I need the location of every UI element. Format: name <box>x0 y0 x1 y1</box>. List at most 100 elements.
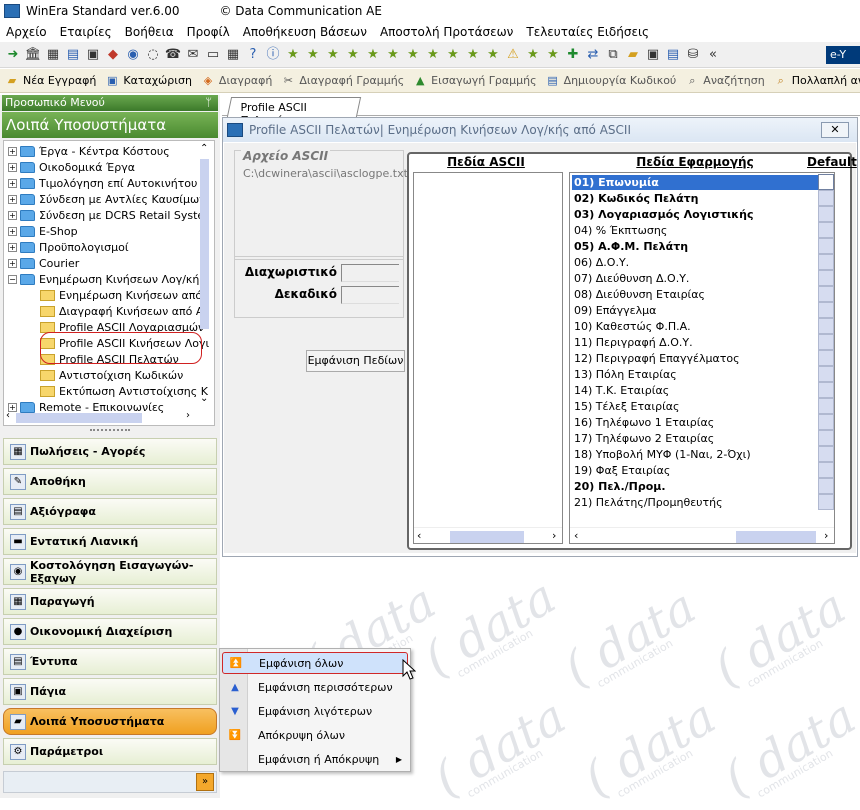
delete-button[interactable]: ◈ Διαγραφή <box>200 74 273 88</box>
favorite-2-icon[interactable]: ★ <box>304 46 322 64</box>
expand-icon[interactable]: + <box>8 242 17 252</box>
create-code-button[interactable]: ▤ Δημιουργία Κωδικού <box>545 74 676 88</box>
tree-leaf[interactable]: Εκτύπωση Αντιστοίχισης Κ <box>40 383 208 399</box>
ascii-hscrollbar[interactable]: ‹ › <box>414 527 562 543</box>
pin-icon[interactable]: ᛘ <box>205 95 212 111</box>
default-checkbox[interactable] <box>818 334 834 350</box>
menu-item-show-less[interactable]: ▼ Εμφάνιση λιγότερων <box>222 700 408 722</box>
nav-sales-purchases[interactable]: ▦ Πωλήσεις - Αγορές <box>3 438 217 465</box>
copy-icon[interactable]: ⧉ <box>604 46 622 64</box>
favorite-9-icon[interactable]: ★ <box>444 46 462 64</box>
book-icon[interactable]: ◆ <box>104 46 122 64</box>
favorite-8-icon[interactable]: ★ <box>424 46 442 64</box>
nav-retail[interactable]: ▬ Εντατική Λιανική <box>3 528 217 555</box>
default-checkbox[interactable] <box>818 286 834 302</box>
field-row[interactable]: 02) Κωδικός Πελάτη <box>572 191 818 206</box>
scroll-right-icon[interactable]: › <box>186 410 190 421</box>
decimal-input[interactable] <box>341 286 399 304</box>
default-checkbox[interactable] <box>818 318 834 334</box>
tree-node[interactable]: + Courier <box>8 255 79 271</box>
expand-icon[interactable]: + <box>8 178 17 188</box>
favorite-1-icon[interactable]: ★ <box>284 46 302 64</box>
language-badge[interactable]: e-Y <box>826 45 860 64</box>
nav-forms[interactable]: ▤ Έντυπα <box>3 648 217 675</box>
nav-settings[interactable]: ⚙ Παράμετροι <box>3 738 217 765</box>
expand-icon[interactable]: + <box>8 146 17 156</box>
tree-hscroll-thumb[interactable] <box>16 413 142 423</box>
favorite-10-icon[interactable]: ★ <box>464 46 482 64</box>
scroll-thumb[interactable] <box>736 531 816 543</box>
ascii-file-path[interactable]: C:\dcwinera\ascii\asclogpe.txt <box>243 167 408 180</box>
field-row[interactable]: 14) Τ.Κ. Εταιρίας <box>572 383 818 398</box>
splitter-handle[interactable] <box>90 429 130 433</box>
grid-icon[interactable]: ▦ <box>44 46 62 64</box>
field-row[interactable]: 16) Τηλέφωνο 1 Εταιρίας <box>572 415 818 430</box>
folder-icon[interactable]: ▤ <box>64 46 82 64</box>
default-checkbox[interactable] <box>818 222 834 238</box>
show-fields-button[interactable]: Εμφάνιση Πεδίων <box>306 350 405 372</box>
default-checkbox[interactable] <box>818 302 834 318</box>
tree-node[interactable]: + Οικοδομικά Έργα <box>8 159 135 175</box>
menu-item-show-more[interactable]: ▲ Εμφάνιση περισσότερων <box>222 676 408 698</box>
default-checkbox[interactable] <box>818 270 834 286</box>
nav-assets[interactable]: ▣ Πάγια <box>3 678 217 705</box>
save-button[interactable]: ▣ Καταχώριση <box>104 74 192 88</box>
menu-db-save[interactable]: Αποθήκευση Βάσεων <box>237 25 374 39</box>
nav-costing[interactable]: ◉ Κοστολόγηση Εισαγωγών-Εξαγωγ <box>3 558 217 585</box>
search-button[interactable]: ⌕ Αναζήτηση <box>684 74 765 88</box>
transfer-icon[interactable]: ⇄ <box>584 46 602 64</box>
menu-item-show-or-hide[interactable]: Εμφάνιση ή Απόκρυψη ▶ <box>222 748 408 770</box>
tree-node[interactable]: + Τιμολόγηση επί Αυτοκινήτου <box>8 175 197 191</box>
default-checkbox[interactable] <box>818 206 834 222</box>
field-row[interactable]: 11) Περιγραφή Δ.Ο.Υ. <box>572 335 818 350</box>
nav-warehouse[interactable]: ✎ Αποθήκη <box>3 468 217 495</box>
default-checkbox[interactable] <box>818 478 834 494</box>
tree-node[interactable]: + Προϋπολογισμοί <box>8 239 129 255</box>
menu-profile[interactable]: Προφίλ <box>181 25 237 39</box>
menu-item-hide-all[interactable]: ⏬ Απόκρυψη όλων <box>222 724 408 746</box>
tree-scroll-thumb[interactable] <box>200 159 209 329</box>
default-checkbox[interactable] <box>818 350 834 366</box>
field-row[interactable]: 12) Περιγραφή Επαγγέλματος <box>572 351 818 366</box>
menu-latest-news[interactable]: Τελευταίες Ειδήσεις <box>520 25 656 39</box>
folder-open-icon[interactable]: ▰ <box>624 46 642 64</box>
field-row[interactable]: 15) Τέλεξ Εταιρίας <box>572 399 818 414</box>
close-button[interactable]: ✕ <box>821 122 849 138</box>
delete-row-button[interactable]: ✂ Διαγραφή Γραμμής <box>280 74 404 88</box>
tree-node[interactable]: + E-Shop <box>8 223 78 239</box>
add-icon[interactable]: ✚ <box>564 46 582 64</box>
tree-node[interactable]: + Σύνδεση με Αντλίες Καυσίμων <box>8 191 205 207</box>
expand-icon[interactable]: + <box>8 226 17 236</box>
expand-icon[interactable]: + <box>8 194 17 204</box>
field-row[interactable]: 05) Α.Φ.Μ. Πελάτη <box>572 239 818 254</box>
default-checkbox[interactable] <box>818 430 834 446</box>
field-row[interactable]: 03) Λογαριασμός Λογιστικής <box>572 207 818 222</box>
tree-leaf[interactable]: Διαγραφή Κινήσεων από Α <box>40 303 203 319</box>
scroll-left-icon[interactable]: ‹ <box>6 410 10 421</box>
menu-help[interactable]: Βοήθεια <box>119 25 181 39</box>
favorite-3-icon[interactable]: ★ <box>324 46 342 64</box>
field-row[interactable]: 13) Πόλη Εταιρίας <box>572 367 818 382</box>
default-checkbox[interactable] <box>818 238 834 254</box>
chevron-down-icon[interactable]: » <box>196 773 214 791</box>
favorite-6-icon[interactable]: ★ <box>384 46 402 64</box>
app-fields-hscrollbar[interactable]: ‹ › <box>570 527 834 543</box>
nav-finance[interactable]: ● Οικονομική Διαχείριση <box>3 618 217 645</box>
field-row[interactable]: 06) Δ.Ο.Υ. <box>572 255 818 270</box>
calendar-icon[interactable]: ▤ <box>664 46 682 64</box>
multi-search-button[interactable]: ⌕Πολλαπλή αναζήτηση <box>773 74 860 88</box>
tab-profile-ascii-customers[interactable]: Profile ASCII Πελατών <box>226 97 362 127</box>
scroll-thumb[interactable] <box>450 531 524 543</box>
favorite-12-icon[interactable]: ★ <box>524 46 542 64</box>
field-row[interactable]: 09) Επάγγελμα <box>572 303 818 318</box>
nav-subsystems[interactable]: ▰ Λοιπά Υποσυστήματα <box>3 708 217 735</box>
tree-leaf[interactable]: Αντιστοίχιση Κωδικών <box>40 367 183 383</box>
favorite-4-icon[interactable]: ★ <box>344 46 362 64</box>
bank-icon[interactable]: 🏛 <box>24 46 42 64</box>
favorite-11-icon[interactable]: ★ <box>484 46 502 64</box>
warning-icon[interactable]: ⚠ <box>504 46 522 64</box>
calculator-icon[interactable]: ▣ <box>84 46 102 64</box>
insert-row-button[interactable]: ▲ Εισαγωγή Γραμμής <box>412 74 537 88</box>
app-fields-list[interactable]: 01) Επωνυμία 02) Κωδικός Πελάτη 03) Λογα… <box>569 172 835 544</box>
menu-item-show-all[interactable]: ⏫ Εμφάνιση όλων <box>222 652 408 674</box>
